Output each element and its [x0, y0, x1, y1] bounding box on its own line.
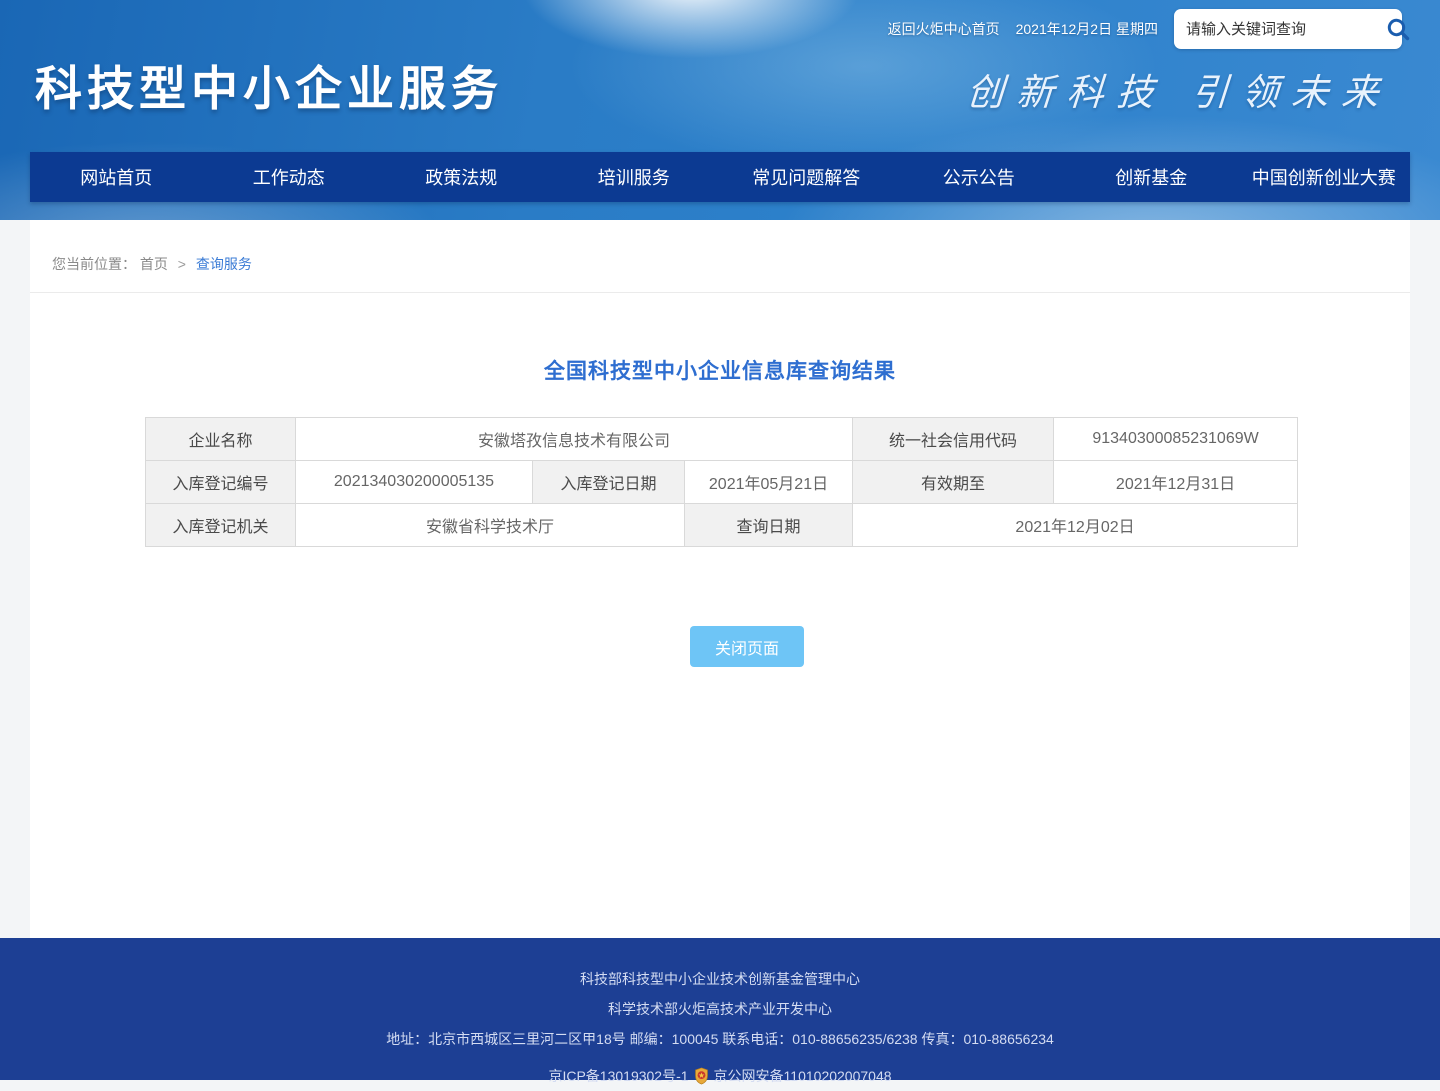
site-slogan: 创新科技 引领未来	[965, 62, 1394, 116]
registration-date-label: 入库登记日期	[533, 461, 685, 504]
search-input[interactable]	[1186, 21, 1385, 38]
main-nav: 网站首页 工作动态 政策法规 培训服务 常见问题解答 公示公告 创新基金 中国创…	[30, 152, 1410, 202]
credit-code-value: 91340300085231069W	[1054, 418, 1298, 461]
registration-date-value: 2021年05月21日	[685, 461, 853, 504]
nav-item-work-news[interactable]: 工作动态	[203, 152, 376, 202]
nav-item-innovation-fund[interactable]: 创新基金	[1065, 152, 1238, 202]
query-date-label: 查询日期	[685, 504, 853, 547]
nav-item-faq[interactable]: 常见问题解答	[720, 152, 893, 202]
footer-org-line2: 科学技术部火炬高技术产业开发中心	[0, 1001, 1440, 1031]
search-icon[interactable]	[1385, 16, 1411, 42]
content-panel: 您当前位置： 首页 > 查询服务 全国科技型中小企业信息库查询结果 企业名称 安…	[30, 220, 1410, 938]
registration-authority-label: 入库登记机关	[146, 504, 296, 547]
registration-authority-value: 安徽省科学技术厅	[296, 504, 685, 547]
table-row: 入库登记机关 安徽省科学技术厅 查询日期 2021年12月02日	[146, 504, 1298, 547]
valid-until-label: 有效期至	[853, 461, 1054, 504]
table-row: 企业名称 安徽塔孜信息技术有限公司 统一社会信用代码 9134030008523…	[146, 418, 1298, 461]
current-date-label: 2021年12月2日 星期四	[1016, 19, 1158, 39]
search-box[interactable]	[1174, 9, 1402, 49]
nav-item-policies[interactable]: 政策法规	[375, 152, 548, 202]
top-utility-bar: 返回火炬中心首页 2021年12月2日 星期四	[888, 0, 1402, 58]
police-record-link[interactable]: 京公网安备11010202007048	[714, 1068, 892, 1084]
icp-record-link[interactable]: 京ICP备13019302号-1	[548, 1068, 688, 1084]
registration-no-label: 入库登记编号	[146, 461, 296, 504]
footer-org-line1: 科技部科技型中小企业技术创新基金管理中心	[0, 971, 1440, 1001]
breadcrumb: 您当前位置： 首页 > 查询服务	[30, 220, 1410, 293]
page-title: 全国科技型中小企业信息库查询结果	[30, 355, 1410, 385]
company-name-value: 安徽塔孜信息技术有限公司	[296, 418, 853, 461]
registration-no-value: 202134030200005135	[296, 461, 533, 504]
breadcrumb-current-link[interactable]: 查询服务	[196, 256, 252, 272]
query-result-table: 企业名称 安徽塔孜信息技术有限公司 统一社会信用代码 9134030008523…	[145, 417, 1298, 547]
query-date-value: 2021年12月02日	[853, 504, 1298, 547]
nav-item-training[interactable]: 培训服务	[548, 152, 721, 202]
breadcrumb-prefix: 您当前位置：	[52, 256, 136, 272]
breadcrumb-separator: >	[178, 256, 186, 272]
footer-contact-line: 地址：北京市西城区三里河二区甲18号 邮编：100045 联系电话：010-88…	[0, 1031, 1440, 1061]
back-to-torch-center-link[interactable]: 返回火炬中心首页	[888, 19, 1000, 39]
nav-item-home[interactable]: 网站首页	[30, 152, 203, 202]
nav-item-announcements[interactable]: 公示公告	[893, 152, 1066, 202]
site-logo-title: 科技型中小企业服务	[35, 50, 503, 119]
police-badge-icon	[693, 1067, 710, 1085]
breadcrumb-home-link[interactable]: 首页	[140, 256, 168, 272]
credit-code-label: 统一社会信用代码	[853, 418, 1054, 461]
close-page-button[interactable]: 关闭页面	[690, 626, 804, 667]
footer-record-line: 京ICP备13019302号-1 京公网安备11010202007048	[0, 1061, 1440, 1091]
table-row: 入库登记编号 202134030200005135 入库登记日期 2021年05…	[146, 461, 1298, 504]
company-name-label: 企业名称	[146, 418, 296, 461]
nav-item-competition[interactable]: 中国创新创业大赛	[1238, 152, 1411, 202]
valid-until-value: 2021年12月31日	[1054, 461, 1298, 504]
footer: 科技部科技型中小企业技术创新基金管理中心 科学技术部火炬高技术产业开发中心 地址…	[0, 938, 1440, 1080]
